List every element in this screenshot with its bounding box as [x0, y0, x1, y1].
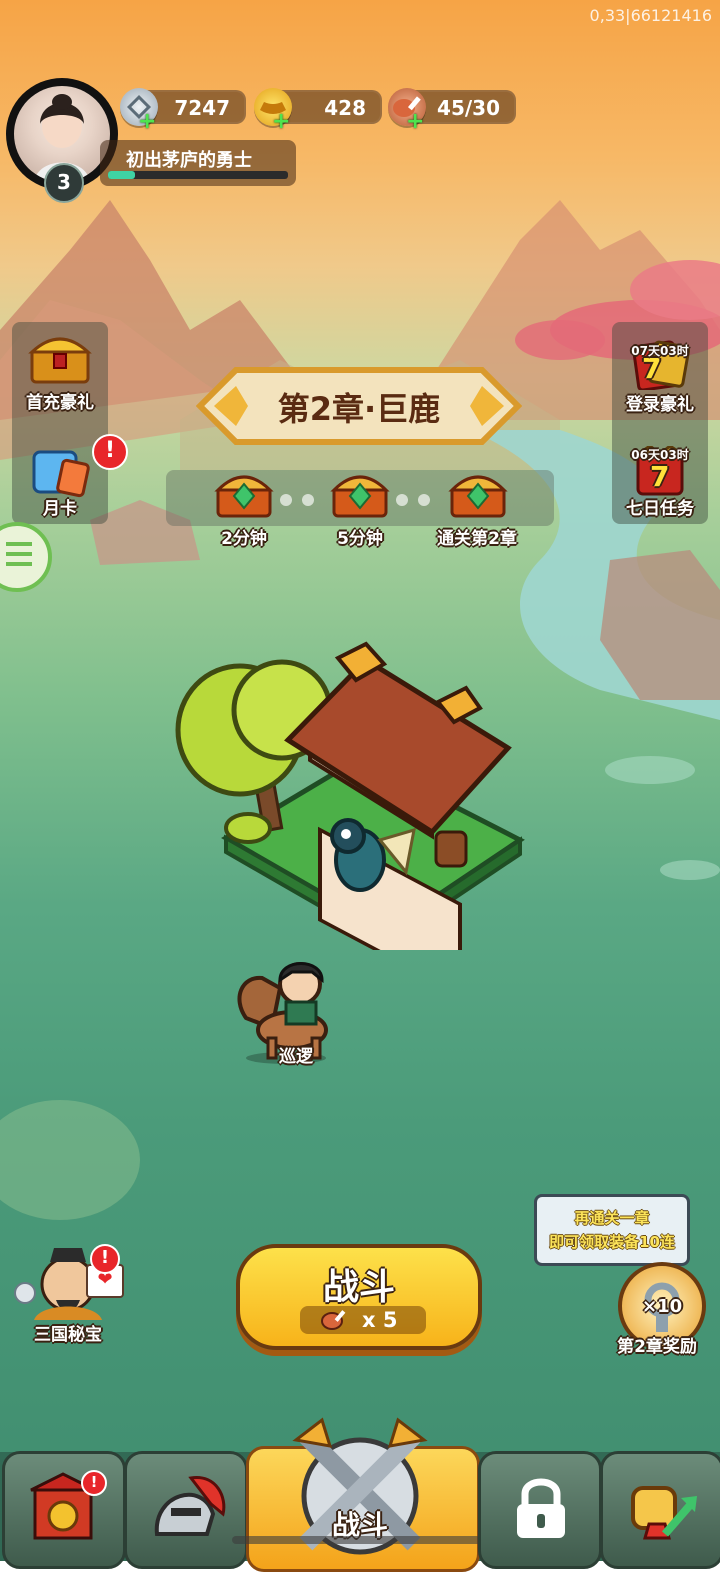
- player-title: 初出茅庐的勇士: [126, 150, 252, 171]
- battle-cost-panel: x 5: [300, 1306, 426, 1334]
- add-silver-icon[interactable]: +: [138, 109, 156, 134]
- silver-coin-icon: [14, 1282, 36, 1304]
- battle-button[interactable]: 战斗 x 5: [236, 1244, 482, 1350]
- silver-value: 7247: [174, 96, 230, 120]
- seven-day-task-badge: 7: [650, 460, 670, 493]
- reward-chest-1[interactable]: [212, 468, 276, 520]
- reward-label-1: 2分钟: [221, 529, 267, 549]
- nav-locked-button[interactable]: [478, 1451, 602, 1569]
- treasure-chest-icon: [28, 337, 92, 384]
- first-recharge-label: 首充豪礼: [26, 393, 94, 413]
- add-stamina-icon[interactable]: +: [406, 109, 424, 134]
- silver-counter[interactable]: + 7247: [120, 88, 246, 134]
- upgrade-fist-icon: [631, 1486, 697, 1540]
- seven-day-task-timer: 06天03时: [631, 448, 689, 462]
- player-title-panel: 初出茅庐的勇士: [100, 140, 296, 186]
- treasure-label: 三国秘宝: [34, 1325, 102, 1345]
- shop-alert-badge: !: [81, 1470, 107, 1496]
- add-gold-icon[interactable]: +: [272, 109, 290, 134]
- login-gift-label: 登录豪礼: [626, 395, 694, 415]
- battle-label: 战斗: [322, 1267, 395, 1308]
- tooltip-line-2: 即可领取装备10连: [549, 1233, 675, 1251]
- nav-shop-button[interactable]: !: [2, 1451, 126, 1569]
- nav-heroes-button[interactable]: [124, 1451, 248, 1569]
- seven-day-task-label: 七日任务: [626, 499, 694, 519]
- chapter-reward-button[interactable]: ×10 第2章奖励: [612, 1262, 708, 1358]
- lock-icon: [517, 1478, 565, 1538]
- reward-chest-3[interactable]: [446, 468, 510, 520]
- gold-counter[interactable]: + 428: [254, 88, 382, 134]
- reward-label-2: 5分钟: [337, 529, 383, 549]
- unlock-tooltip: 再通关一章 即可领取装备10连: [534, 1194, 690, 1266]
- stamina-counter[interactable]: + 45/30: [388, 88, 516, 134]
- first-recharge-button[interactable]: 首充豪礼: [14, 330, 106, 413]
- battle-cost: x 5: [362, 1308, 398, 1332]
- menu-lines-icon: [6, 542, 32, 546]
- treasure-alert-badge: !: [90, 1244, 120, 1274]
- stage-island[interactable]: [170, 640, 530, 950]
- nav-upgrade-button[interactable]: [600, 1451, 720, 1569]
- reward-chest-icon: [330, 475, 390, 518]
- reward-chest-icon: [448, 475, 508, 518]
- reward-chest-2[interactable]: [328, 468, 392, 520]
- chapter-reward-label: 第2章奖励: [617, 1337, 697, 1357]
- patrol-label: 巡逻: [279, 1047, 313, 1067]
- reward-chest-icon: [214, 475, 274, 518]
- seven-day-task-button[interactable]: 7 06天03时 七日任务: [612, 438, 708, 522]
- meat-icon: [321, 1310, 346, 1330]
- chapter-title: 第2章·巨鹿: [277, 390, 441, 428]
- reward-label-3: 通关第2章: [437, 529, 517, 549]
- chapter-reward-count: ×10: [642, 1296, 683, 1317]
- monthly-card-icon: [32, 450, 90, 498]
- home-indicator: [232, 1536, 488, 1544]
- login-gift-button[interactable]: 7 07天03时 登录豪礼: [612, 330, 708, 415]
- player-level: 3: [44, 163, 84, 203]
- gold-value: 428: [324, 96, 366, 120]
- exp-bar-fill: [108, 171, 135, 179]
- tooltip-line-1: 再通关一章: [574, 1209, 650, 1227]
- stamina-value: 45/30: [437, 96, 500, 120]
- debug-id: 0,33|66121416: [589, 6, 712, 25]
- track-dots: [280, 494, 292, 506]
- login-gift-timer: 07天03时: [631, 344, 689, 358]
- helmet-icon: [154, 1476, 226, 1536]
- monthly-card-label: 月卡: [43, 499, 77, 519]
- monthly-card-alert-badge: !: [92, 434, 128, 470]
- exp-bar: [108, 171, 288, 179]
